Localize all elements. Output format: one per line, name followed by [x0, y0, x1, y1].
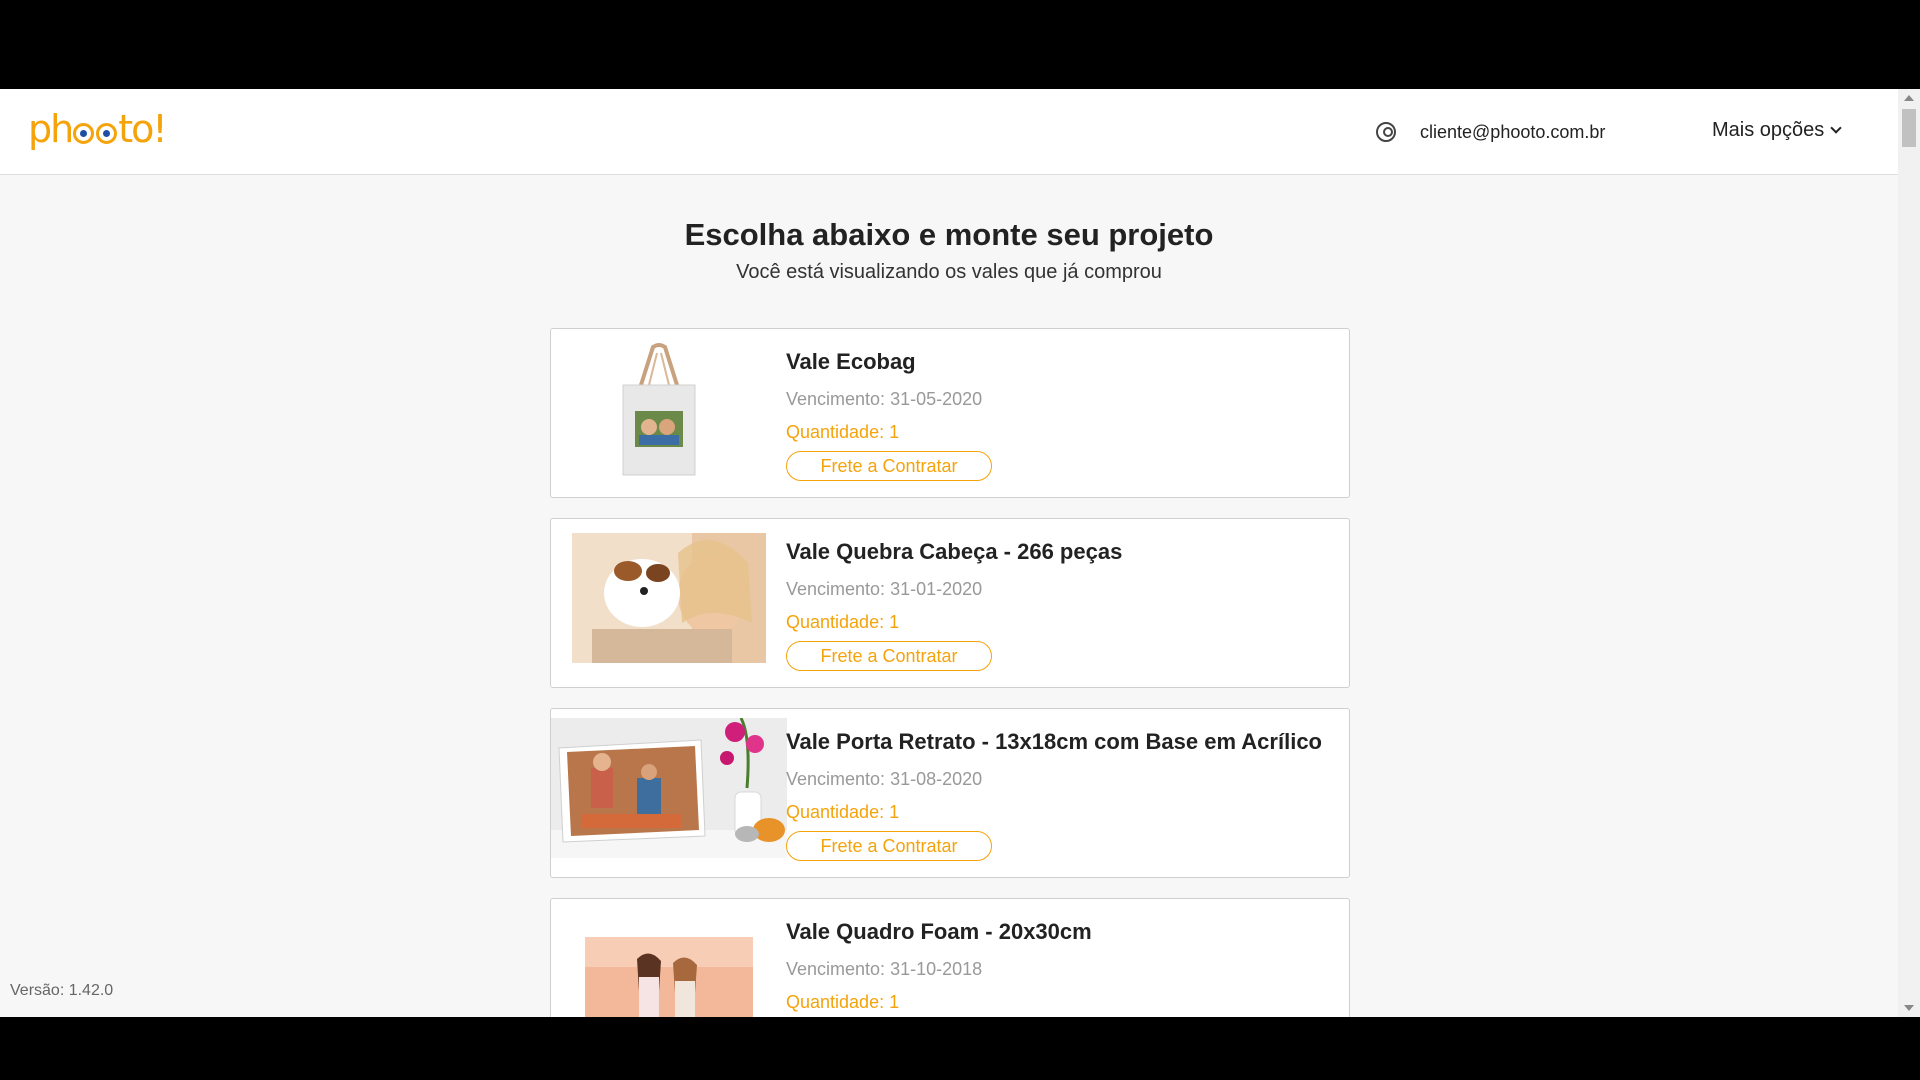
voucher-quantity: Quantidade: 1 — [786, 802, 900, 822]
page-subtitle: Você está visualizando os vales que já c… — [736, 261, 1162, 283]
voucher-card-ecobag[interactable]: Vale Ecobag Vencimento: 31-05-2020 Quant… — [550, 328, 1350, 498]
voucher-due-date: Vencimento: 31-01-2020 — [786, 579, 983, 599]
scroll-down-arrow-icon[interactable] — [1904, 1005, 1914, 1011]
photo-frame-product-image — [551, 718, 787, 858]
user-email[interactable]: cliente@phooto.com.br — [1420, 122, 1605, 143]
more-options-label: Mais opções — [1712, 119, 1825, 141]
page-scrollbar[interactable] — [1898, 89, 1920, 1017]
voucher-name: Vale Quebra Cabeça - 266 peças — [786, 539, 1123, 564]
puzzle-product-image — [572, 533, 766, 663]
voucher-name: Vale Porta Retrato - 13x18cm com Base em… — [786, 729, 1322, 754]
voucher-quantity: Quantidade: 1 — [786, 422, 900, 442]
scroll-up-arrow-icon[interactable] — [1904, 95, 1914, 101]
scrollbar-thumb[interactable] — [1902, 109, 1916, 147]
freight-button[interactable]: Frete a Contratar — [786, 641, 992, 671]
voucher-due-date: Vencimento: 31-10-2018 — [786, 959, 983, 979]
voucher-card-photo-frame[interactable]: Vale Porta Retrato - 13x18cm com Base em… — [550, 708, 1350, 878]
freight-button[interactable]: Frete a Contratar — [786, 451, 992, 481]
freight-button[interactable]: Frete a Contratar — [786, 831, 992, 861]
app-version: Versão: 1.42.0 — [10, 982, 114, 999]
voucher-name: Vale Quadro Foam - 20x30cm — [786, 919, 1092, 944]
chevron-down-icon — [1830, 122, 1842, 134]
voucher-quantity: Quantidade: 1 — [786, 612, 900, 632]
more-options-menu[interactable]: Mais opções — [1712, 119, 1842, 142]
browser-viewport: ph to! cliente@phooto.com.br Mais opções … — [0, 89, 1920, 1017]
voucher-card-foam-frame[interactable]: Vale Quadro Foam - 20x30cm Vencimento: 3… — [550, 898, 1350, 1017]
voucher-card-puzzle[interactable]: Vale Quebra Cabeça - 266 peças Venciment… — [550, 518, 1350, 688]
page-title: Escolha abaixo e monte seu projeto — [684, 217, 1214, 252]
voucher-due-date: Vencimento: 31-05-2020 — [786, 389, 983, 409]
foam-frame-product-image — [585, 937, 753, 1017]
user-icon[interactable] — [1376, 122, 1396, 142]
voucher-quantity: Quantidade: 1 — [786, 992, 900, 1012]
phooto-logo[interactable]: ph to! — [28, 107, 168, 151]
bottom-letterbox — [0, 1017, 1920, 1080]
site-header: ph to! cliente@phooto.com.br Mais opções — [0, 89, 1898, 175]
ecobag-product-image — [611, 343, 707, 479]
voucher-due-date: Vencimento: 31-08-2020 — [786, 769, 983, 789]
voucher-name: Vale Ecobag — [786, 349, 916, 374]
top-letterbox — [0, 0, 1920, 89]
